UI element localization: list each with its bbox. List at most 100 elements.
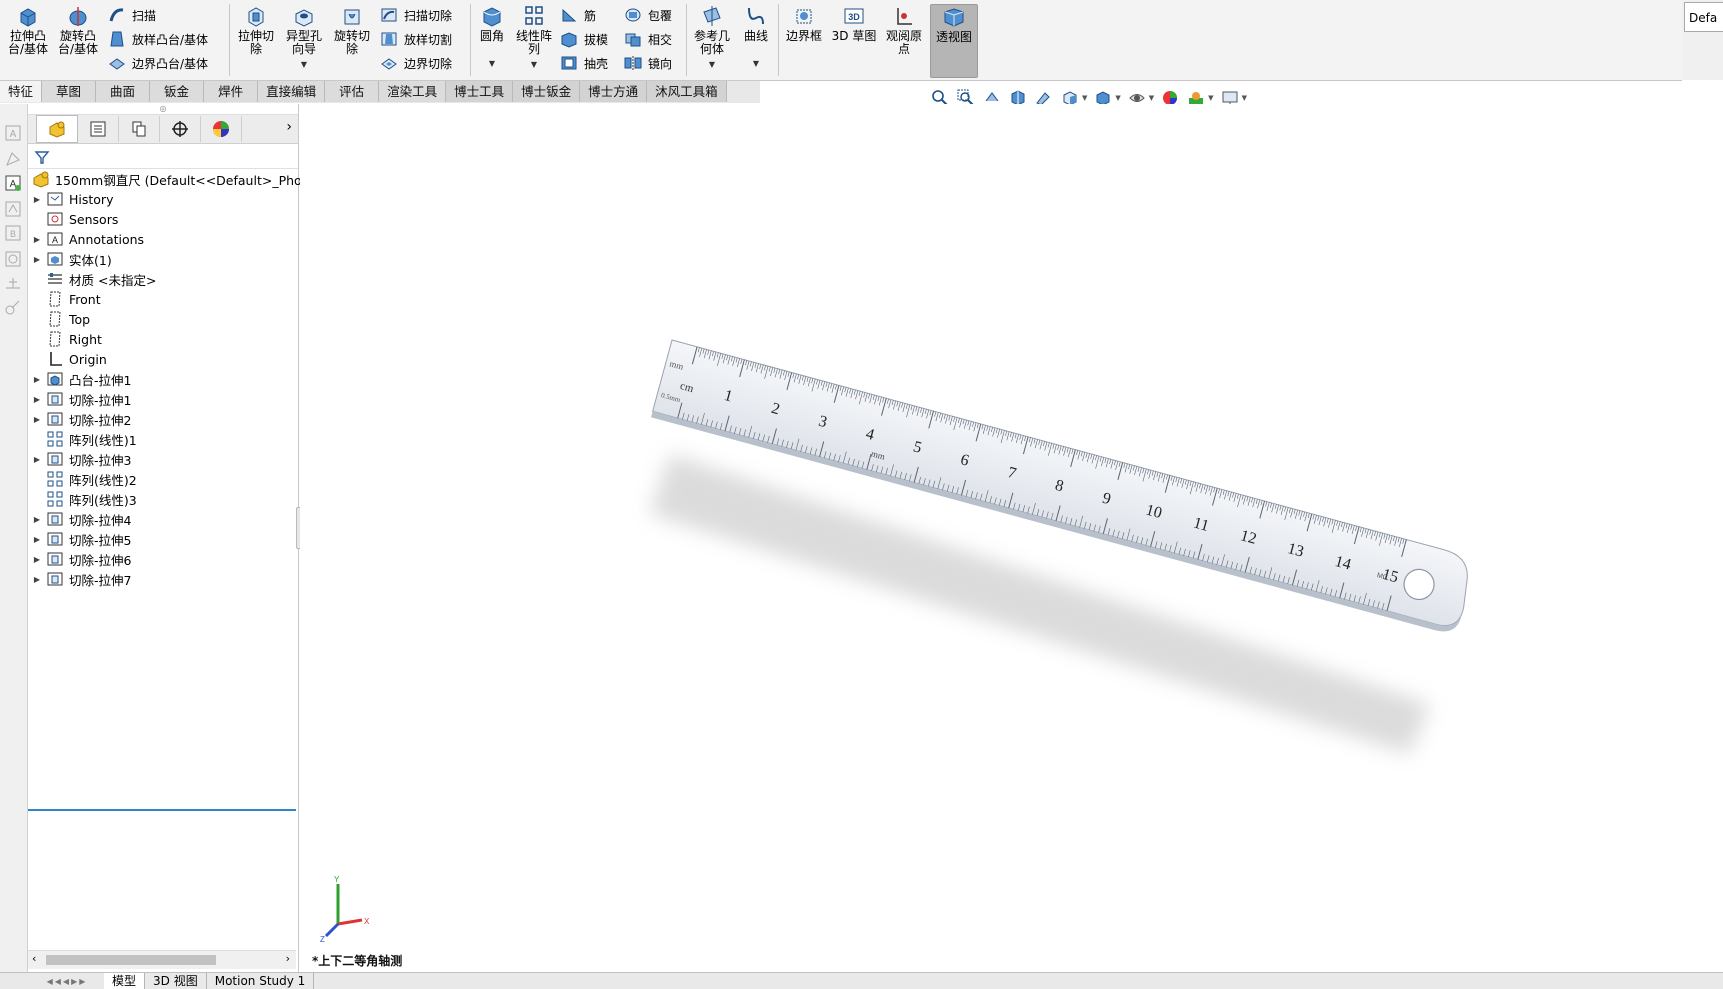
expand-arrow-icon[interactable]: ▶ xyxy=(32,195,42,204)
extrude-cut-button[interactable]: 拉伸切 除 xyxy=(234,4,278,56)
lofted-cut-button[interactable]: 放样切割 xyxy=(380,28,452,50)
balloon-icon[interactable] xyxy=(4,250,22,268)
chevron-down-icon[interactable]: ▼ xyxy=(489,57,495,70)
shell-button[interactable]: 抽壳 xyxy=(560,52,608,74)
panel-grip-icon[interactable]: ◎ xyxy=(28,104,298,115)
expand-arrow-icon[interactable]: ▶ xyxy=(32,455,42,464)
configuration-dropdown[interactable]: Defa xyxy=(1684,2,1723,32)
linear-pattern-button[interactable]: 线性阵 列 ▼ xyxy=(512,4,556,71)
tree-item[interactable]: 阵列(线性)2 xyxy=(32,469,137,489)
chevron-down-icon[interactable]: ▼ xyxy=(531,58,537,71)
3d-sketch-button[interactable]: 3D 3D 草图 xyxy=(830,4,878,43)
tree-item[interactable]: ▶ 切除-拉伸6 xyxy=(32,549,131,569)
hole-wizard-button[interactable]: 异型孔 向导 ▼ xyxy=(282,4,326,71)
chevron-down-icon[interactable]: ▼ xyxy=(301,58,307,71)
tree-root-part[interactable]: 150mm钢直尺 (Default<<Default>_Photo xyxy=(32,169,314,189)
tree-item[interactable]: ▶ History xyxy=(32,189,114,209)
surface-finish-icon[interactable]: B xyxy=(4,224,22,242)
fillet-button[interactable]: 圆角 ▼ xyxy=(474,4,510,70)
revolve-cut-button[interactable]: 旋转切 除 xyxy=(330,4,374,56)
tree-item[interactable]: 阵列(线性)1 xyxy=(32,429,137,449)
chevron-down-icon[interactable]: ▼ xyxy=(1149,94,1154,102)
view-origin-button[interactable]: 观阅原 点 xyxy=(882,4,926,56)
tab-sheet-metal[interactable]: 钣金 xyxy=(150,81,205,102)
tree-item[interactable]: 阵列(线性)3 xyxy=(32,489,137,509)
tree-item[interactable]: 材质 <未指定> xyxy=(32,269,156,289)
tab-sketch[interactable]: 草图 xyxy=(42,81,97,102)
swept-cut-button[interactable]: 扫描切除 xyxy=(380,4,452,26)
tab-evaluate[interactable]: 评估 xyxy=(325,81,380,102)
tree-item[interactable]: Sensors xyxy=(32,209,118,229)
tab-render-tools[interactable]: 渲染工具 xyxy=(379,81,447,102)
tree-item[interactable]: ▶ 切除-拉伸4 xyxy=(32,509,131,529)
tab-surfaces[interactable]: 曲面 xyxy=(96,81,151,102)
tab-configuration-manager[interactable] xyxy=(119,116,160,142)
expand-arrow-icon[interactable]: ▶ xyxy=(32,555,42,564)
intersect-button[interactable]: 相交 xyxy=(624,28,672,50)
tab-doctor-tools[interactable]: 博士工具 xyxy=(446,81,514,102)
expand-arrow-icon[interactable]: ▶ xyxy=(32,235,42,244)
tree-item[interactable]: ▶ 凸台-拉伸1 xyxy=(32,369,131,389)
expand-arrow-icon[interactable]: ▶ xyxy=(32,255,42,264)
chevron-down-icon[interactable]: ▼ xyxy=(753,57,759,70)
extrude-boss-button[interactable]: 拉伸凸 台/基体 xyxy=(6,4,50,56)
rollback-bar[interactable] xyxy=(28,809,296,811)
bounding-box-button[interactable]: 边界框 xyxy=(782,4,826,43)
tab-display-manager[interactable] xyxy=(201,116,242,142)
expand-arrow-icon[interactable]: ▶ xyxy=(32,515,42,524)
tab-model[interactable]: 模型 xyxy=(104,973,146,989)
tab-direct-editing[interactable]: 直接编辑 xyxy=(258,81,326,102)
graphics-area[interactable]: 1 2 3 4 5 6 7 8 9 10 11 12 13 14 15 mm cm 0.5mm mm MC … xyxy=(300,104,1723,972)
curves-button[interactable]: 曲线 ▼ xyxy=(738,4,774,70)
tree-item[interactable]: Front xyxy=(32,289,101,309)
rib-button[interactable]: 筋 xyxy=(560,4,596,26)
tree-item[interactable]: Origin xyxy=(32,349,107,369)
horizontal-scrollbar[interactable]: ‹ › xyxy=(28,950,296,969)
revolve-boss-button[interactable]: 旋转凸 台/基体 xyxy=(56,4,100,56)
filter-icon[interactable] xyxy=(34,149,50,165)
expand-arrow-icon[interactable]: ▶ xyxy=(32,575,42,584)
tab-dimxpert-manager[interactable] xyxy=(160,116,201,142)
tab-weldments[interactable]: 焊件 xyxy=(204,81,259,102)
tree-item[interactable]: ▶ 切除-拉伸2 xyxy=(32,409,131,429)
tab-scroll-arrows[interactable]: ◀◀◀▶▶ xyxy=(30,973,104,989)
tree-item[interactable]: ▶ 切除-拉伸3 xyxy=(32,449,131,469)
chevron-down-icon[interactable]: ▼ xyxy=(1115,94,1120,102)
chevron-down-icon[interactable]: ▼ xyxy=(1242,94,1247,102)
tree-item[interactable]: ▶ 切除-拉伸5 xyxy=(32,529,131,549)
tab-property-manager[interactable] xyxy=(78,116,119,142)
draft-button[interactable]: 拔模 xyxy=(560,28,608,50)
tree-item[interactable]: ▶ A Annotations xyxy=(32,229,144,249)
tab-mufeng-toolbox[interactable]: 沐风工具箱 xyxy=(647,81,727,102)
reference-geometry-button[interactable]: 参考几 何体 ▼ xyxy=(690,4,734,71)
chevron-down-icon[interactable]: ▼ xyxy=(709,58,715,71)
scroll-left-icon[interactable]: ‹ xyxy=(32,952,36,965)
tree-item[interactable]: ▶ 实体(1) xyxy=(32,249,112,269)
tree-item[interactable]: ▶ 切除-拉伸7 xyxy=(32,569,131,589)
chevron-right-icon[interactable]: › xyxy=(286,119,292,135)
wrap-button[interactable]: 包覆 xyxy=(624,4,672,26)
tab-doctor-tube[interactable]: 博士方通 xyxy=(580,81,648,102)
tree-item[interactable]: ▶ 切除-拉伸1 xyxy=(32,389,131,409)
note-icon[interactable] xyxy=(4,150,22,168)
tab-doctor-sheet-metal[interactable]: 博士钣金 xyxy=(513,81,581,102)
chevron-down-icon[interactable]: ▼ xyxy=(1082,94,1087,102)
scroll-right-icon[interactable]: › xyxy=(286,952,290,965)
tree-filter[interactable] xyxy=(28,146,298,169)
boundary-boss-button[interactable]: 边界凸台/基体 xyxy=(108,52,208,74)
tree-item[interactable]: Top xyxy=(32,309,90,329)
tree-item[interactable]: Right xyxy=(32,329,102,349)
scrollbar-thumb[interactable] xyxy=(46,955,216,965)
geometric-tolerance-icon[interactable] xyxy=(4,298,22,316)
expand-arrow-icon[interactable]: ▶ xyxy=(32,415,42,424)
text-annotation-icon[interactable]: A xyxy=(4,174,22,192)
perspective-button[interactable]: 透视图 xyxy=(930,4,978,78)
tab-motion-study[interactable]: Motion Study 1 xyxy=(207,973,315,989)
tab-3d-views[interactable]: 3D 视图 xyxy=(145,973,207,989)
mirror-button[interactable]: 镜向 xyxy=(624,52,672,74)
chevron-down-icon[interactable]: ▼ xyxy=(1208,94,1213,102)
loft-boss-button[interactable]: 放样凸台/基体 xyxy=(108,28,208,50)
sweep-button[interactable]: 扫描 xyxy=(108,4,156,26)
tab-features[interactable]: 特征 xyxy=(0,81,43,102)
expand-arrow-icon[interactable]: ▶ xyxy=(32,375,42,384)
